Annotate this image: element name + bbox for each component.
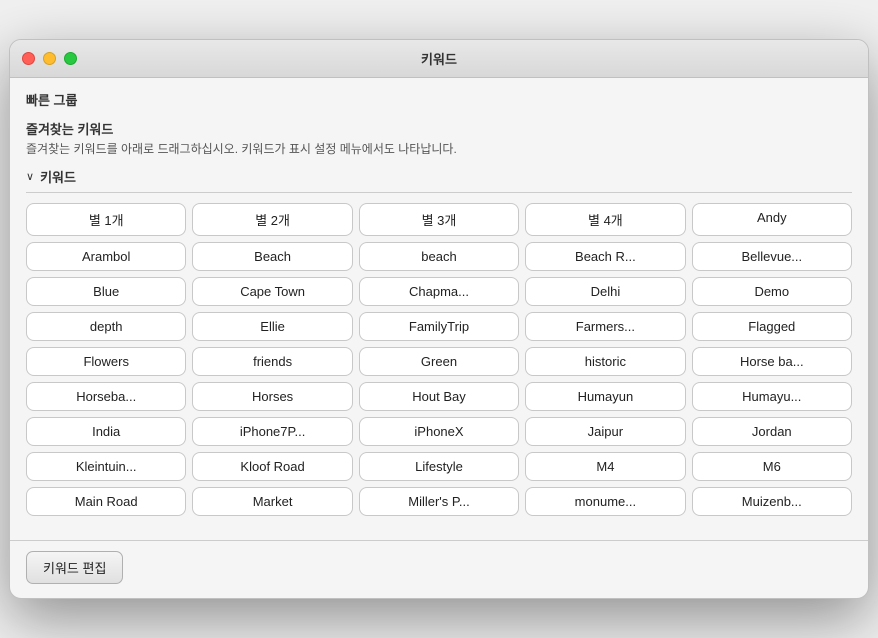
window-controls[interactable]	[22, 52, 77, 65]
favorites-title: 즐겨찾는 키워드	[26, 119, 852, 138]
keyword-chip[interactable]: iPhoneX	[359, 417, 519, 446]
keyword-chip[interactable]: Humayu...	[692, 382, 852, 411]
keyword-chip[interactable]: depth	[26, 312, 186, 341]
keyword-chip[interactable]: M4	[525, 452, 685, 481]
keyword-chip[interactable]: Muizenb...	[692, 487, 852, 516]
keyword-chip[interactable]: 별 3개	[359, 203, 519, 236]
main-content: 빠른 그룹 즐겨찾는 키워드 즐겨찾는 키워드를 아래로 드래그하십시오. 키워…	[10, 78, 868, 540]
keyword-chip[interactable]: Ellie	[192, 312, 352, 341]
keyword-chip[interactable]: Kleintuin...	[26, 452, 186, 481]
keyword-chip[interactable]: Market	[192, 487, 352, 516]
close-button[interactable]	[22, 52, 35, 65]
keyword-chip[interactable]: Green	[359, 347, 519, 376]
keyword-chip[interactable]: Bellevue...	[692, 242, 852, 271]
keywords-window: 키워드 빠른 그룹 즐겨찾는 키워드 즐겨찾는 키워드를 아래로 드래그하십시오…	[9, 39, 869, 599]
keyword-chip[interactable]: Hout Bay	[359, 382, 519, 411]
keyword-chip[interactable]: historic	[525, 347, 685, 376]
keywords-grid: 별 1개별 2개별 3개별 4개Andy ArambolBeachbeachBea…	[26, 203, 852, 516]
keyword-chip[interactable]: 별 2개	[192, 203, 352, 236]
keyword-chip[interactable]: Humayun	[525, 382, 685, 411]
window-title: 키워드	[421, 49, 457, 68]
keyword-chip[interactable]: Delhi	[525, 277, 685, 306]
favorites-section: 즐겨찾는 키워드 즐겨찾는 키워드를 아래로 드래그하십시오. 키워드가 표시 …	[26, 119, 852, 157]
keyword-chip[interactable]: Cape Town	[192, 277, 352, 306]
keyword-chip[interactable]: friends	[192, 347, 352, 376]
keyword-chip[interactable]: Beach R...	[525, 242, 685, 271]
edit-keywords-button[interactable]: 키워드 편집	[26, 551, 123, 584]
keyword-chip[interactable]: Main Road	[26, 487, 186, 516]
keywords-header: ∨ 키워드	[26, 167, 852, 193]
keyword-chip[interactable]: 별 1개	[26, 203, 186, 236]
keyword-chip[interactable]: Arambol	[26, 242, 186, 271]
keyword-chip[interactable]: M6	[692, 452, 852, 481]
keyword-chip[interactable]: iPhone7P...	[192, 417, 352, 446]
keyword-chip[interactable]: Demo	[692, 277, 852, 306]
chevron-down-icon: ∨	[26, 170, 34, 183]
keyword-chip[interactable]: India	[26, 417, 186, 446]
keyword-chip[interactable]: Lifestyle	[359, 452, 519, 481]
favorites-subtitle: 즐겨찾는 키워드를 아래로 드래그하십시오. 키워드가 표시 설정 메뉴에서도 …	[26, 140, 852, 157]
keyword-chip[interactable]: Flagged	[692, 312, 852, 341]
keyword-chip[interactable]: Horseba...	[26, 382, 186, 411]
keyword-chip[interactable]: Jaipur	[525, 417, 685, 446]
keyword-chip[interactable]: Chapma...	[359, 277, 519, 306]
keyword-chip[interactable]: Kloof Road	[192, 452, 352, 481]
keyword-chip[interactable]: FamilyTrip	[359, 312, 519, 341]
keyword-chip[interactable]: Flowers	[26, 347, 186, 376]
quick-group-label: 빠른 그룹	[26, 90, 852, 109]
keyword-chip[interactable]: Horses	[192, 382, 352, 411]
keyword-chip[interactable]: Blue	[26, 277, 186, 306]
keyword-chip[interactable]: Beach	[192, 242, 352, 271]
keyword-chip[interactable]: Horse ba...	[692, 347, 852, 376]
keyword-chip[interactable]: monume...	[525, 487, 685, 516]
footer: 키워드 편집	[10, 540, 868, 598]
maximize-button[interactable]	[64, 52, 77, 65]
keyword-chip[interactable]: beach	[359, 242, 519, 271]
keywords-section-label: 키워드	[40, 167, 76, 186]
keyword-chip[interactable]: Farmers...	[525, 312, 685, 341]
keyword-chip[interactable]: Andy	[692, 203, 852, 236]
keyword-chip[interactable]: Miller's P...	[359, 487, 519, 516]
keyword-chip[interactable]: 별 4개	[525, 203, 685, 236]
titlebar: 키워드	[10, 40, 868, 78]
keyword-chip[interactable]: Jordan	[692, 417, 852, 446]
minimize-button[interactable]	[43, 52, 56, 65]
